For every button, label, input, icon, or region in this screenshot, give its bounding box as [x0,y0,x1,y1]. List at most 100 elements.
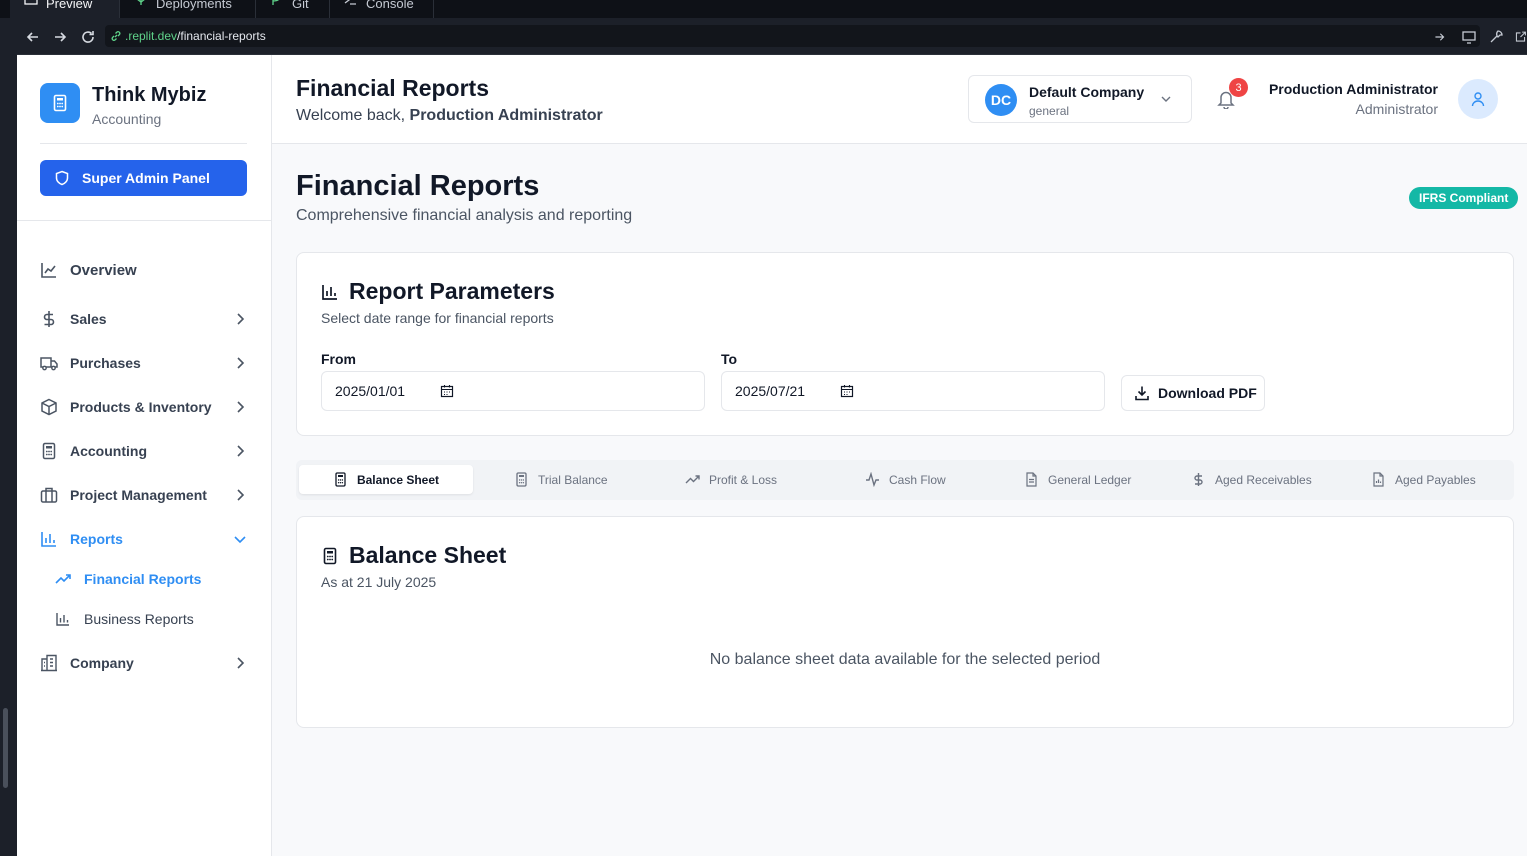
ide-tab-deployments[interactable]: Deployments [120,0,256,18]
url-path: /financial-reports [177,29,266,43]
devices-icon[interactable] [1461,29,1477,45]
user-avatar[interactable] [1458,79,1498,119]
tab-general-ledger[interactable]: General Ledger [1024,465,1131,494]
chevron-right-icon [237,401,245,413]
sidebar-subitem-label: Business Reports [84,611,194,627]
git-icon [272,0,279,5]
ide-tab-bar: Preview Deployments Git Console [0,0,1527,18]
tab-aged-receivables[interactable]: Aged Receivables [1191,465,1312,494]
gutter-scrollbar[interactable] [3,708,8,788]
page-subtitle: Comprehensive financial analysis and rep… [296,207,633,224]
file-text-icon [1026,472,1037,487]
download-pdf-label: Download PDF [1158,385,1257,401]
company-name: Default Company [1029,84,1145,100]
external-link-icon[interactable] [1514,29,1527,45]
company-selector[interactable]: DC Default Company general [968,75,1192,123]
sidebar-subitem-business-reports[interactable]: Business Reports [55,608,194,630]
brand: Think Mybiz Accounting [40,83,206,127]
page-title: Financial Reports [296,170,540,202]
line-chart-icon [41,263,56,278]
chevron-down-icon [1161,96,1171,102]
go-arrow-icon[interactable] [1433,29,1446,45]
dollar-icon [43,311,55,327]
chevron-right-icon [237,313,245,325]
tab-label: Aged Payables [1395,472,1476,487]
sidebar-item-purchases[interactable]: Purchases [40,351,247,375]
sidebar-item-label: Reports [70,531,123,547]
tab-label: Profit & Loss [709,472,778,487]
ide-tab-label: Deployments [156,0,232,11]
tab-label: Trial Balance [538,472,608,487]
truck-icon [40,357,58,371]
to-date-input[interactable]: 2025/07/21 [721,371,1105,411]
sidebar-item-company[interactable]: Company [40,651,247,675]
calendar-icon[interactable] [840,384,854,398]
terminal-icon [344,0,356,5]
sidebar-item-sales[interactable]: Sales [40,307,247,331]
report-parameters-subtitle: Select date range for financial reports [321,310,554,326]
topbar: Financial Reports Welcome back, Producti… [272,55,1527,144]
calculator-icon [335,472,346,487]
app-frame: Think Mybiz Accounting Super Admin Panel… [17,55,1527,856]
calculator-icon [516,472,527,487]
report-parameters-title: Report Parameters [321,278,555,305]
sidebar-item-reports[interactable]: Reports [40,527,247,551]
balance-sheet-card: Balance Sheet As at 21 July 2025 No bala… [296,516,1514,728]
ifrs-badge: IFRS Compliant [1409,187,1519,209]
sidebar-item-accounting[interactable]: Accounting [40,439,247,463]
report-tabs: Balance Sheet Trial Balance Profit & Los… [296,460,1514,500]
tab-trial-balance[interactable]: Trial Balance [514,465,608,494]
tab-aged-payables[interactable]: Aged Payables [1371,465,1476,494]
back-arrow-icon[interactable] [25,29,41,45]
box-icon [41,398,57,416]
tab-label: Cash Flow [889,472,946,487]
url-field[interactable]: .replit.dev/financial-reports [105,25,1480,47]
calendar-icon[interactable] [440,384,454,398]
tab-profit-loss[interactable]: Profit & Loss [685,465,777,494]
download-icon [1135,386,1149,401]
tab-label: General Ledger [1048,472,1132,487]
ide-tab-label: Preview [46,0,93,11]
ide-tab-console[interactable]: Console [330,0,434,18]
sidebar-item-products-inventory[interactable]: Products & Inventory [40,395,247,419]
url-host: .replit.dev [125,29,178,43]
from-date-value: 2025/01/01 [335,383,406,399]
sidebar-item-label: Company [70,655,134,671]
to-date-value: 2025/07/21 [735,383,806,399]
chevron-right-icon [237,445,245,457]
trending-up-icon [685,475,700,484]
monitor-icon [24,0,38,5]
chevron-right-icon [237,489,245,501]
sidebar-item-project-management[interactable]: Project Management [40,483,247,507]
bar-chart-icon [56,613,69,626]
reload-icon[interactable] [80,29,96,45]
file-icon [1373,472,1384,487]
chevron-right-icon [237,357,245,369]
sidebar-item-label: Purchases [70,355,141,371]
sidebar-subitem-financial-reports[interactable]: Financial Reports [55,568,201,590]
calculator-icon [40,83,80,123]
forward-arrow-icon[interactable] [52,29,68,45]
user-icon [1471,92,1485,107]
deploy-icon [137,0,145,5]
from-date-input[interactable]: 2025/01/01 [321,371,705,411]
download-pdf-button[interactable]: Download PDF [1121,375,1265,411]
super-admin-button[interactable]: Super Admin Panel [40,160,247,196]
trending-up-icon [55,574,71,584]
browser-url-bar: .replit.dev/financial-reports [17,18,1527,55]
sidebar-item-overview[interactable]: Overview [40,258,247,282]
ide-tab-label: Console [366,0,414,11]
tab-cash-flow[interactable]: Cash Flow [865,465,946,494]
notification-badge: 3 [1229,78,1248,97]
briefcase-icon [40,487,58,503]
to-label: To [721,351,738,367]
tab-balance-sheet[interactable]: Balance Sheet [299,465,473,494]
ide-tab-git[interactable]: Git [256,0,330,18]
welcome-text: Welcome back, Production Administrator [296,107,603,125]
user-name: Production Administrator [1268,81,1438,97]
company-avatar: DC [985,84,1017,116]
tab-label: Aged Receivables [1215,472,1312,487]
ide-tab-preview[interactable]: Preview [10,0,120,18]
wrench-icon[interactable] [1488,29,1504,45]
brand-subtitle: Accounting [92,111,162,127]
